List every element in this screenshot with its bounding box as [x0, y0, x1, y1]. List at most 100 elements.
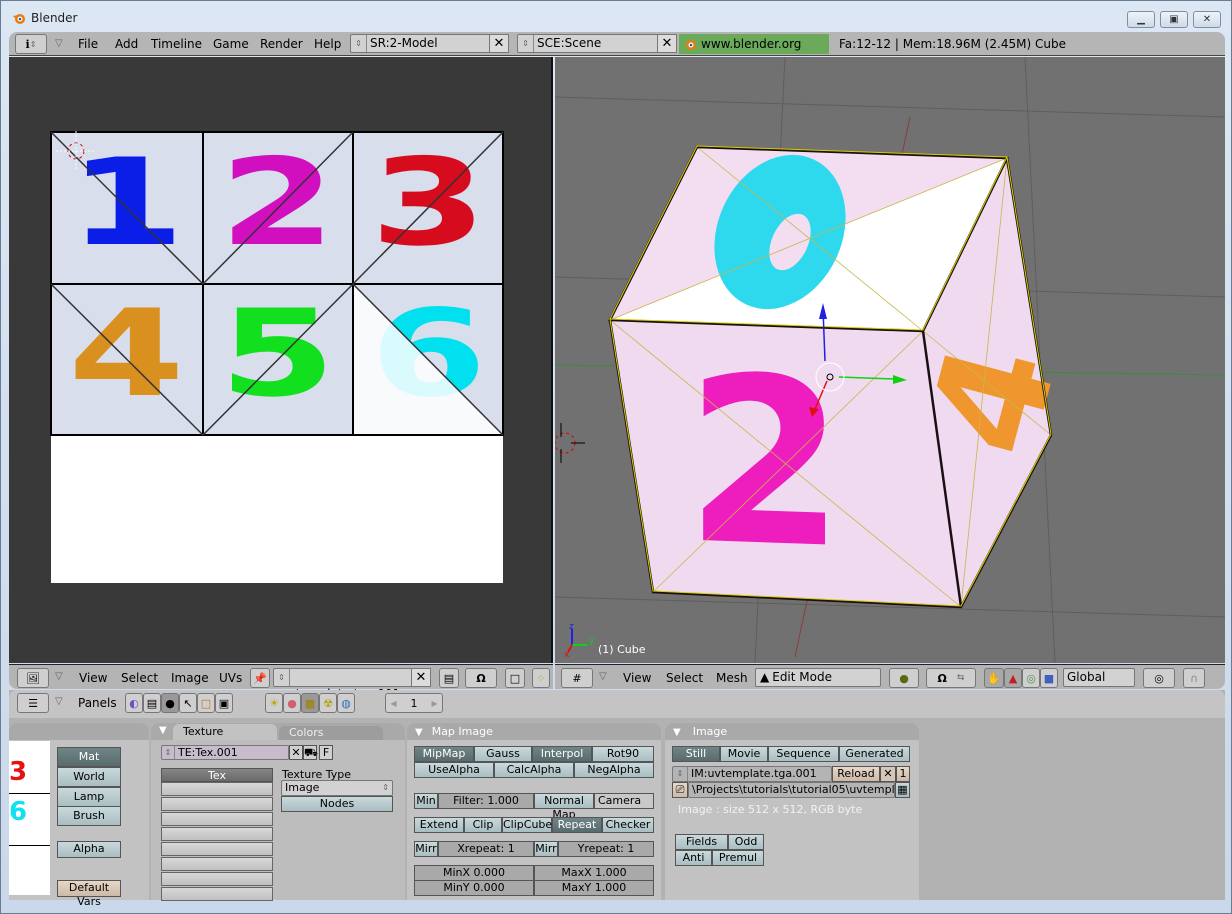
snap-button[interactable]: ∩ [1183, 668, 1205, 688]
image-paint-button[interactable]: ▤ [439, 668, 459, 688]
nodes-button[interactable]: Nodes [281, 796, 393, 812]
collapse-panel-icon[interactable]: ▼ [159, 725, 167, 736]
scene-context-button[interactable]: ▣ [215, 693, 233, 713]
usealpha-toggle[interactable]: UseAlpha [414, 762, 494, 778]
source-lamp-button[interactable]: Lamp [57, 787, 121, 807]
texture-subcontext-button[interactable]: ▩ [301, 693, 319, 713]
minimize-button[interactable]: ▁ [1127, 11, 1155, 28]
pin-button[interactable]: 📌 [250, 668, 270, 688]
premul-toggle[interactable]: Premul [712, 850, 764, 866]
image-name-field[interactable]: ⇕ IM:uvtemplate.tga.001 [672, 766, 832, 782]
repeat-option[interactable]: Repeat [552, 817, 602, 833]
odd-toggle[interactable]: Odd [728, 834, 764, 850]
source-world-button[interactable]: World [57, 767, 121, 787]
editing-context-button[interactable]: □ [197, 693, 215, 713]
texture-type-selector[interactable]: Image ⇕ [281, 780, 393, 796]
mipmap-toggle[interactable]: MipMap [414, 746, 474, 762]
uv-sync-button[interactable]: □ [505, 668, 525, 688]
menu-select[interactable]: Select [121, 671, 158, 685]
normal-map-toggle[interactable]: Normal Map [534, 793, 594, 821]
clip-option[interactable]: Clip [464, 817, 502, 833]
menu-select[interactable]: Select [666, 671, 703, 685]
menu-game[interactable]: Game [213, 37, 249, 51]
miny-field[interactable]: MinY 0.000 [414, 880, 534, 896]
menu-image[interactable]: Image [171, 671, 209, 685]
viewport-canvas[interactable]: 2 4 z y x (1) Cube [555, 57, 1225, 663]
logic-context-button[interactable]: ◐ [125, 693, 143, 713]
clipcube-option[interactable]: ClipCube [502, 817, 552, 833]
texture-channel-slot[interactable] [161, 782, 273, 796]
radio-subcontext-button[interactable]: ☢ [319, 693, 337, 713]
source-brush-button[interactable]: Brush [57, 806, 121, 826]
tab-texture[interactable]: Texture [173, 724, 277, 740]
extend-option[interactable]: Extend [414, 817, 464, 833]
unlink-image-button[interactable]: ✕ [411, 668, 431, 687]
menu-add[interactable]: Add [115, 37, 138, 51]
world-subcontext-button[interactable]: ◍ [337, 693, 355, 713]
unlink-texture-button[interactable]: ✕ [289, 745, 303, 760]
material-subcontext-button[interactable]: ● [283, 693, 301, 713]
yrepeat-field[interactable]: Yrepeat: 1 [558, 841, 654, 857]
mode-selector[interactable]: ▲ Edit Mode [755, 668, 881, 687]
maximize-button[interactable]: ▣ [1160, 11, 1188, 28]
texture-channel-slot[interactable] [161, 842, 273, 856]
source-still-button[interactable]: Still [672, 746, 720, 762]
menu-mesh[interactable]: Mesh [716, 671, 748, 685]
minx-field[interactable]: MinX 0.000 [414, 865, 534, 881]
auto-name-button[interactable]: ⛟ [303, 745, 318, 760]
negalpha-toggle[interactable]: NegAlpha [574, 762, 654, 778]
texture-channel-slot[interactable] [161, 812, 273, 826]
frame-field[interactable]: ◀ 1 ▶ [385, 693, 443, 713]
editor-type-button[interactable]: 🖼 [17, 668, 49, 688]
proportional-edit-button[interactable]: ◎ [1143, 668, 1175, 688]
gauss-toggle[interactable]: Gauss [474, 746, 532, 762]
menu-file[interactable]: File [78, 37, 98, 51]
source-movie-button[interactable]: Movie [720, 746, 768, 762]
shading-context-button[interactable]: ● [161, 693, 179, 713]
source-generated-button[interactable]: Generated [839, 746, 910, 762]
collapse-menu-icon[interactable]: ▽ [55, 696, 63, 707]
texture-name-field[interactable]: ⇕ TE:Tex.001 [161, 745, 289, 760]
checker-option[interactable]: Checker [602, 817, 654, 833]
screen-selector[interactable]: ⇕ SR:2-Model [350, 34, 500, 53]
fake-user-button[interactable]: F [319, 745, 333, 760]
version-link[interactable]: www.blender.org 249.2 [679, 34, 829, 71]
file-browse-button[interactable]: ⎚ [672, 782, 688, 798]
uv-canvas[interactable]: 1 2 34 5 6 [9, 57, 553, 663]
menu-panels[interactable]: Panels [78, 696, 117, 710]
menu-timeline[interactable]: Timeline [151, 37, 202, 51]
rotate-manipulator-button[interactable]: ◎ [1022, 668, 1040, 688]
texture-channel-slot[interactable] [161, 797, 273, 811]
uv-image-editor[interactable]: 123456 [9, 57, 553, 663]
calcalpha-toggle[interactable]: CalcAlpha [494, 762, 574, 778]
texture-channel-slot[interactable] [161, 857, 273, 871]
collapse-panel-icon[interactable]: ▼ [415, 727, 423, 738]
collapse-menu-icon[interactable]: ▽ [55, 671, 63, 682]
default-vars-button[interactable]: Default Vars [57, 880, 121, 908]
editor-type-button[interactable]: ☰ [17, 693, 49, 713]
manipulator-toggle[interactable]: ✋ [984, 668, 1004, 688]
object-context-button[interactable]: ↖ [179, 693, 197, 713]
menu-uvs[interactable]: UVs [219, 671, 242, 685]
source-sequence-button[interactable]: Sequence [768, 746, 839, 762]
lamp-subcontext-button[interactable]: ☀ [265, 693, 283, 713]
interpol-toggle[interactable]: Interpol [532, 746, 592, 762]
texture-channel-slot[interactable] [161, 872, 273, 886]
scene-selector[interactable]: ⇕ SCE:Scene [517, 34, 667, 53]
pack-image-button[interactable]: ▦ [895, 782, 910, 798]
delete-screen-button[interactable]: ✕ [489, 34, 509, 53]
xrepeat-field[interactable]: Xrepeat: 1 [438, 841, 534, 857]
image-path-field[interactable]: \Projects\tutorials\tutorial05\uvtemplat… [688, 782, 895, 798]
collapse-menu-icon[interactable]: ▽ [599, 671, 607, 682]
editor-type-button[interactable]: i ⇕ [15, 34, 47, 54]
collapse-menu-icon[interactable]: ▽ [55, 38, 63, 49]
delete-scene-button[interactable]: ✕ [657, 34, 677, 53]
orientation-selector[interactable]: Global [1063, 668, 1135, 687]
alpha-button[interactable]: Alpha [57, 841, 121, 858]
menu-view[interactable]: View [623, 671, 651, 685]
draw-type-button[interactable]: ● [889, 668, 919, 688]
reload-button[interactable]: Reload [832, 766, 880, 782]
texture-channel-slot[interactable] [161, 887, 273, 901]
script-context-button[interactable]: ▤ [143, 693, 161, 713]
mirror-y-toggle[interactable]: Mirr [534, 841, 558, 857]
